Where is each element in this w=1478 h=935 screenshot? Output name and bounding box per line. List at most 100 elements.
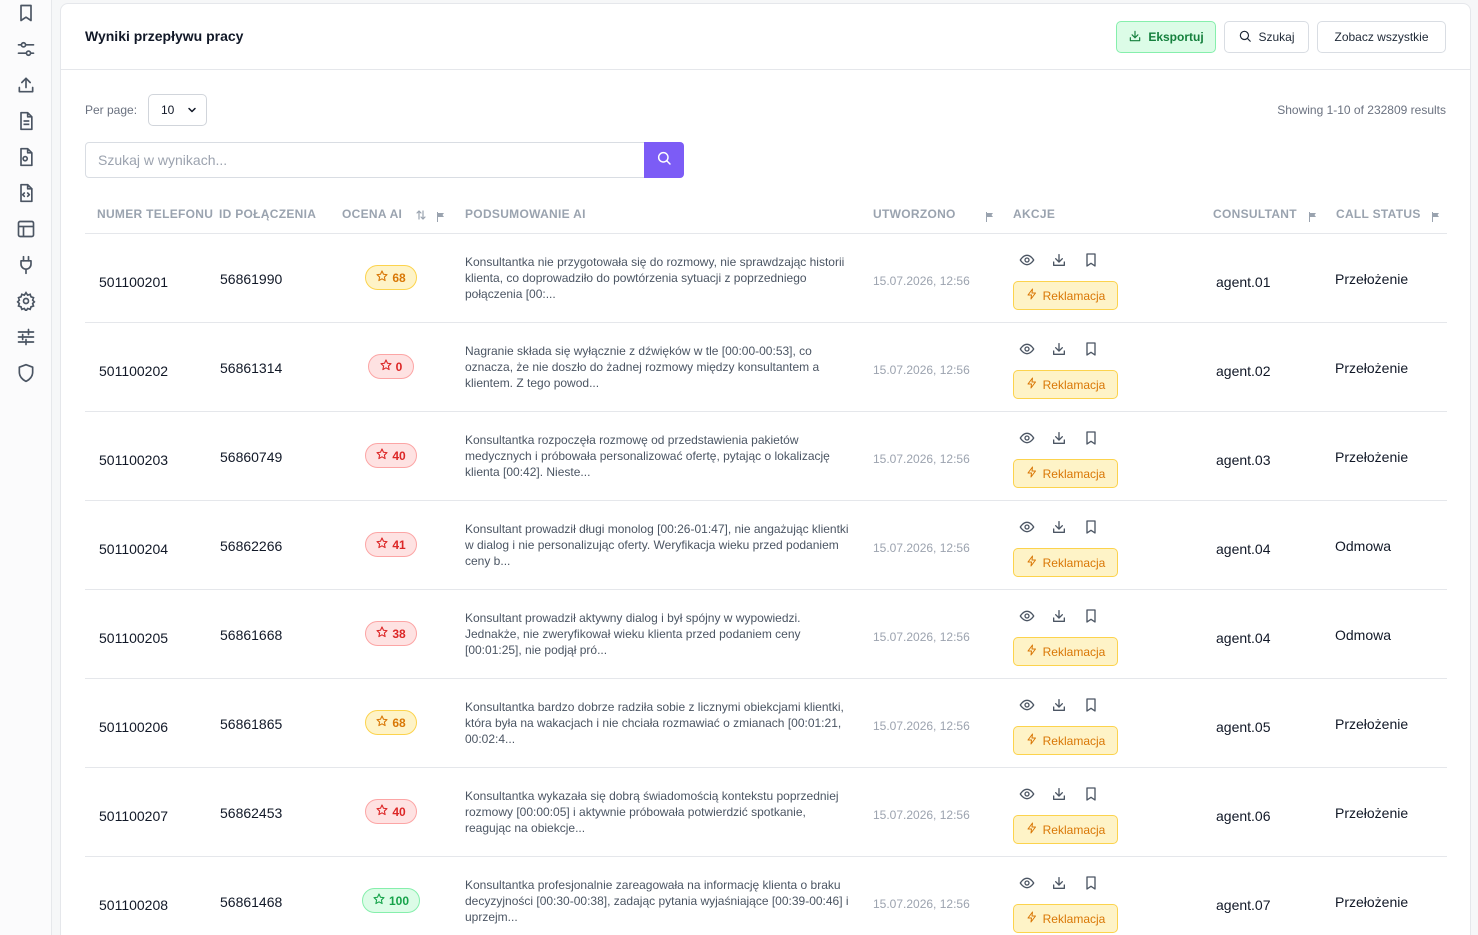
ai-score-badge: 0 [368, 354, 414, 379]
table-row[interactable]: 501100201 56861990 68 Konsultantka nie przy… [85, 234, 1447, 323]
file-settings-icon[interactable] [16, 147, 36, 167]
bookmark-icon[interactable] [1083, 608, 1099, 624]
call-id: 56861314 [220, 360, 283, 376]
file-code-icon[interactable] [16, 183, 36, 203]
per-page-select[interactable]: 10 [148, 94, 207, 126]
bookmark-icon[interactable] [16, 3, 36, 23]
complaint-label: Reklamacja [1042, 911, 1106, 926]
call-id: 56860749 [220, 449, 283, 465]
export-button[interactable]: Eksportuj [1116, 21, 1216, 53]
bookmark-icon[interactable] [1083, 430, 1099, 446]
ai-score-value: 40 [392, 448, 406, 463]
eye-icon[interactable] [1019, 430, 1035, 446]
flag-icon[interactable] [985, 209, 994, 222]
bookmark-icon[interactable] [1083, 786, 1099, 802]
table-row[interactable]: 501100205 56861668 38 Konsultant prowadził … [85, 590, 1447, 679]
eye-icon[interactable] [1019, 341, 1035, 357]
col-call-status[interactable]: CALL STATUS [1336, 207, 1421, 221]
table-row[interactable]: 501100208 56861468 100 Konsultantka profesj… [85, 857, 1447, 935]
created-date: 15.07.2026, 12:56 [873, 541, 970, 555]
call-id: 56861668 [220, 627, 283, 643]
col-call-id[interactable]: ID POŁĄCZENIA [219, 207, 316, 221]
results-search-button[interactable] [644, 142, 684, 178]
shield-icon[interactable] [16, 363, 36, 383]
table-row[interactable]: 501100203 56860749 40 Konsultantka rozpoczę… [85, 412, 1447, 501]
consultant-name: agent.01 [1216, 274, 1271, 290]
complaint-button[interactable]: Reklamacja [1013, 548, 1118, 577]
complaint-button[interactable]: Reklamacja [1013, 459, 1118, 488]
phone-number: 501100203 [99, 452, 169, 468]
complaint-label: Reklamacja [1042, 466, 1106, 481]
col-ai-score[interactable]: OCENA AI [342, 207, 402, 221]
consultant-name: agent.06 [1216, 808, 1271, 824]
results-panel: Wyniki przepływu pracy Eksportuj Szukaj … [60, 3, 1471, 935]
ai-summary: Konsultantka rozpoczęła rozmowę od przed… [465, 433, 830, 479]
download-icon[interactable] [1051, 608, 1067, 624]
download-icon[interactable] [1051, 341, 1067, 357]
call-id: 56862453 [220, 805, 283, 821]
complaint-button[interactable]: Reklamacja [1013, 815, 1118, 844]
bolt-icon [1026, 288, 1038, 303]
consultant-name: agent.04 [1216, 541, 1271, 557]
table-icon[interactable] [16, 219, 36, 239]
flag-icon[interactable] [1431, 209, 1440, 222]
upload-icon[interactable] [16, 75, 36, 95]
table-row[interactable]: 501100204 56862266 41 Konsultant prowadził … [85, 501, 1447, 590]
complaint-button[interactable]: Reklamacja [1013, 370, 1118, 399]
eye-icon[interactable] [1019, 608, 1035, 624]
col-ai-summary[interactable]: PODSUMOWANIE AI [465, 207, 586, 221]
phone-number: 501100202 [99, 363, 169, 379]
bookmark-icon[interactable] [1083, 341, 1099, 357]
bolt-icon [1026, 377, 1038, 392]
bookmark-icon[interactable] [1083, 697, 1099, 713]
created-date: 15.07.2026, 12:56 [873, 897, 970, 911]
download-icon[interactable] [1051, 519, 1067, 535]
download-icon[interactable] [1051, 875, 1067, 891]
col-created[interactable]: UTWORZONO [873, 207, 956, 221]
view-all-button[interactable]: Zobacz wszystkie [1317, 21, 1446, 53]
ai-score-value: 38 [392, 626, 406, 641]
flag-icon[interactable] [1308, 209, 1317, 222]
bookmark-icon[interactable] [1083, 519, 1099, 535]
download-icon[interactable] [1051, 430, 1067, 446]
download-icon[interactable] [1051, 252, 1067, 268]
sliders-icon[interactable] [16, 39, 36, 59]
eye-icon[interactable] [1019, 786, 1035, 802]
eye-icon[interactable] [1019, 875, 1035, 891]
document-icon[interactable] [16, 111, 36, 131]
table-row[interactable]: 501100202 56861314 0 Nagranie składa się wy… [85, 323, 1447, 412]
search-button[interactable]: Szukaj [1224, 21, 1309, 53]
ai-summary: Konsultantka wykazała się dobrą świadomo… [465, 789, 839, 835]
table-row[interactable]: 501100207 56862453 40 Konsultantka wykazała… [85, 768, 1447, 857]
complaint-button[interactable]: Reklamacja [1013, 904, 1118, 933]
complaint-label: Reklamacja [1042, 555, 1106, 570]
bookmark-icon[interactable] [1083, 252, 1099, 268]
call-status: Przełożenie [1335, 360, 1409, 376]
sort-icon[interactable] [416, 208, 426, 220]
call-status: Odmowa [1335, 538, 1392, 554]
gear-icon[interactable] [16, 291, 36, 311]
complaint-button[interactable]: Reklamacja [1013, 726, 1118, 755]
phone-number: 501100206 [99, 719, 169, 735]
sidebar [0, 0, 52, 935]
ai-summary: Konsultantka bardzo dobrze radziła sobie… [465, 700, 844, 746]
download-icon[interactable] [1051, 786, 1067, 802]
plug-icon[interactable] [16, 255, 36, 275]
complaint-button[interactable]: Reklamacja [1013, 637, 1118, 666]
complaint-button[interactable]: Reklamacja [1013, 281, 1118, 310]
created-date: 15.07.2026, 12:56 [873, 274, 970, 288]
table-row[interactable]: 501100206 56861865 68 Konsultantka bardzo d… [85, 679, 1447, 768]
eye-icon[interactable] [1019, 697, 1035, 713]
flag-icon[interactable] [436, 209, 445, 222]
bookmark-icon[interactable] [1083, 875, 1099, 891]
ai-score-value: 0 [395, 359, 403, 374]
eye-icon[interactable] [1019, 519, 1035, 535]
ai-score-badge: 38 [365, 621, 417, 646]
col-phone[interactable]: NUMER TELEFONU [97, 207, 213, 221]
col-consultant[interactable]: CONSULTANT [1213, 207, 1297, 221]
tune-icon[interactable] [16, 327, 36, 347]
ai-summary: Konsultant prowadził długi monolog [00:2… [465, 522, 849, 568]
results-search-input[interactable] [85, 142, 645, 178]
eye-icon[interactable] [1019, 252, 1035, 268]
download-icon[interactable] [1051, 697, 1067, 713]
